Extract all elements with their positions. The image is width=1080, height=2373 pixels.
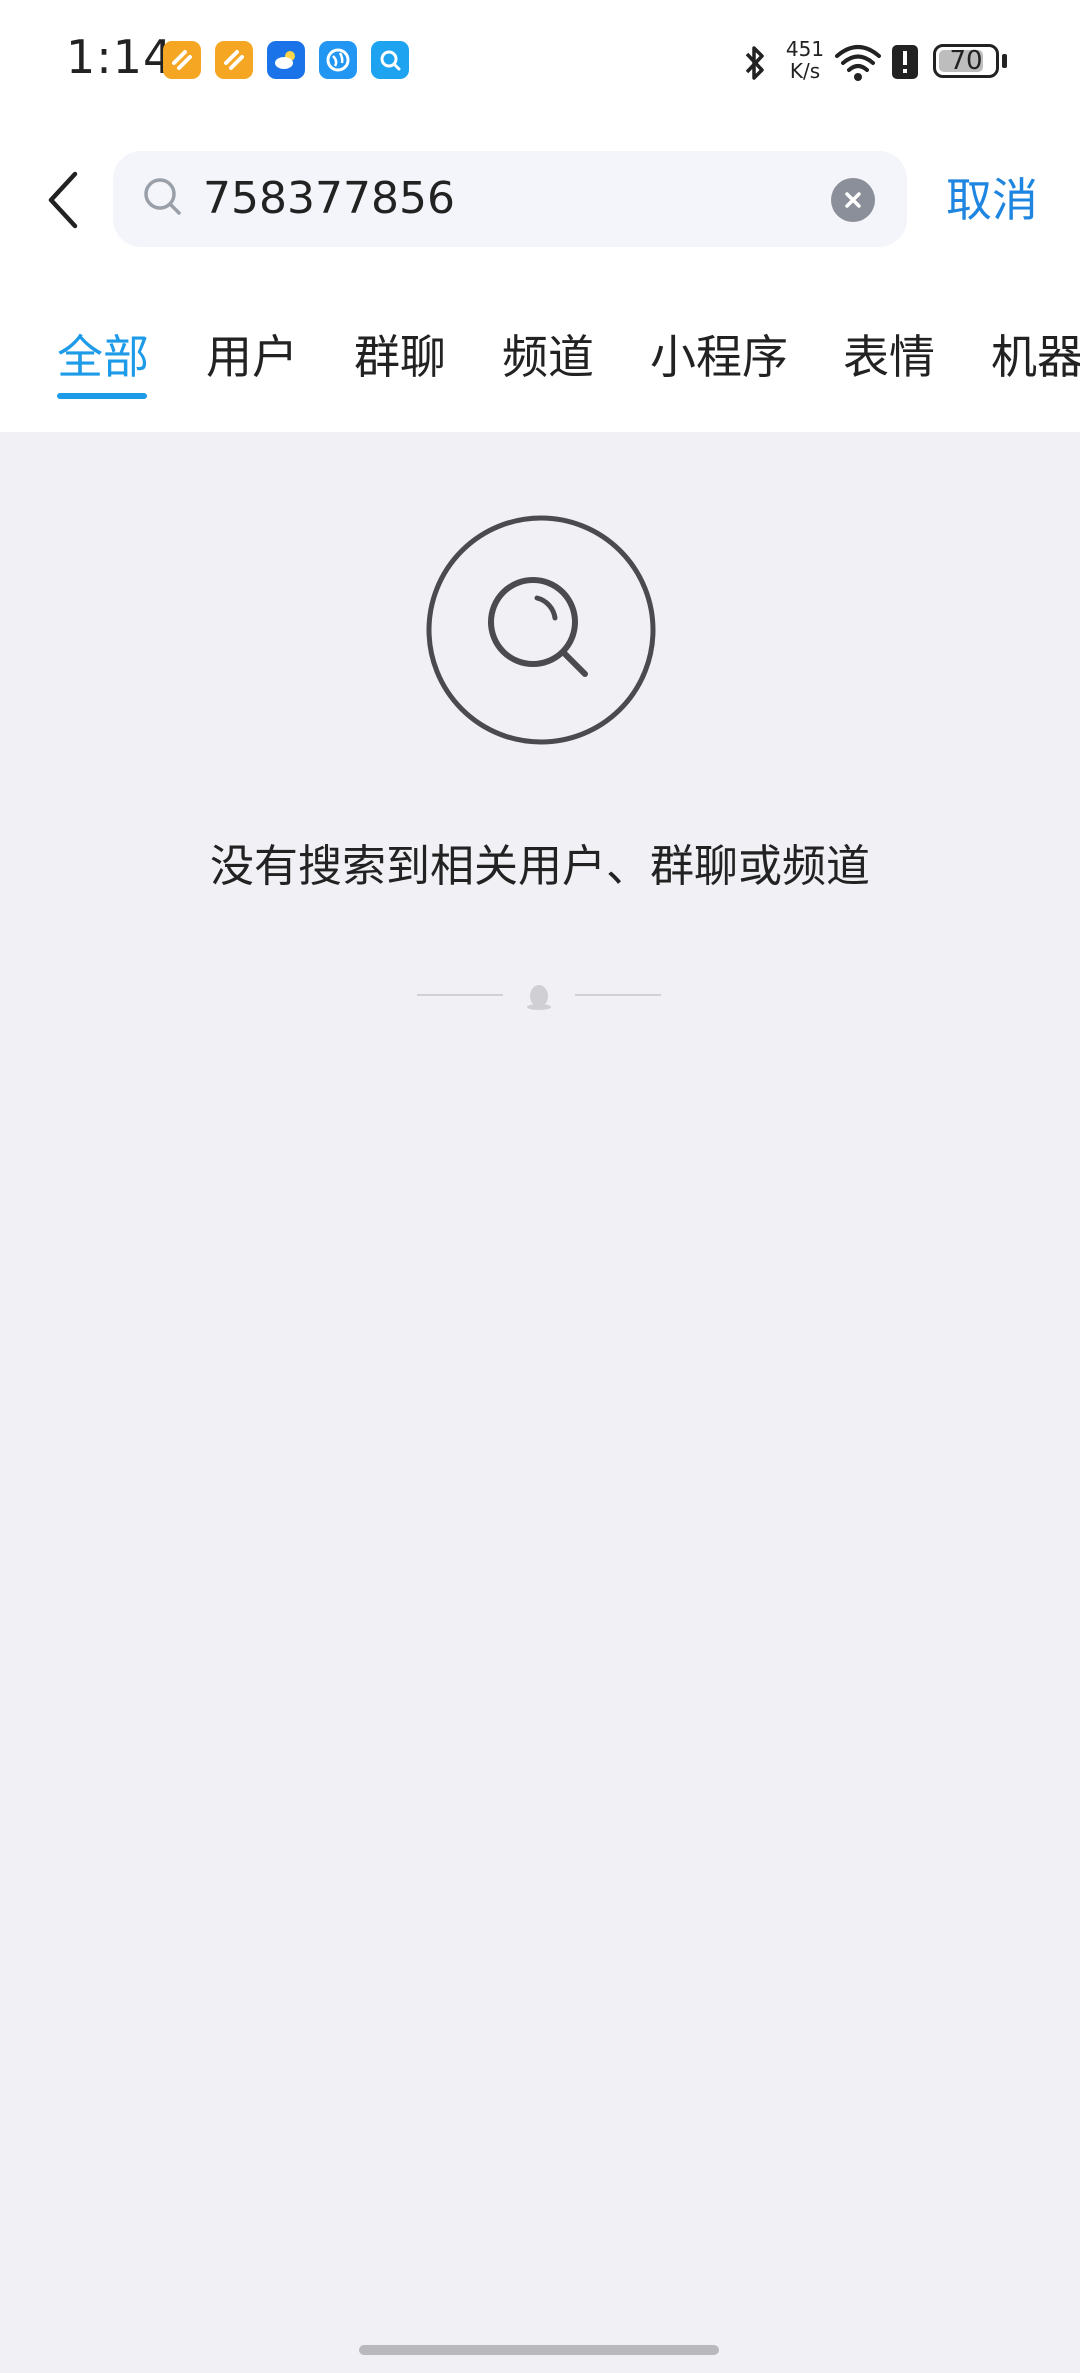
qq-penguin-divider-icon (417, 985, 661, 1010)
close-icon (845, 192, 861, 208)
back-button[interactable] (38, 165, 88, 235)
wifi-icon (835, 45, 881, 81)
weather-icon (267, 41, 305, 79)
search-header: 取消 (0, 125, 1080, 275)
battery-tip (1002, 54, 1007, 68)
cancel-button[interactable]: 取消 (946, 165, 1038, 235)
tab-stickers[interactable]: 表情 (843, 327, 935, 387)
search-box[interactable] (113, 151, 907, 247)
home-indicator[interactable] (359, 2345, 719, 2355)
network-speed: 451 K/s (780, 38, 830, 82)
clear-search-button[interactable] (831, 178, 875, 222)
tab-users[interactable]: 用户 (206, 327, 298, 387)
search-input[interactable] (203, 167, 723, 231)
battery-level: 70 (949, 46, 983, 76)
search-app-icon (371, 41, 409, 79)
empty-search-illustration-icon (426, 515, 656, 745)
alert-icon (892, 45, 918, 79)
app-notification-icon-1 (163, 41, 201, 79)
network-speed-unit: K/s (789, 59, 821, 83)
tab-bots[interactable]: 机器 (991, 327, 1080, 387)
tab-all[interactable]: 全部 (57, 327, 149, 387)
status-bar: 1:14 451 K/s 70 (0, 0, 1080, 125)
app-notification-icon-2 (215, 41, 253, 79)
battery-icon: 70 (933, 44, 999, 78)
bluetooth-icon (745, 46, 764, 80)
active-tab-indicator (57, 393, 147, 399)
empty-message: 没有搜索到相关用户、群聊或频道 (210, 841, 870, 892)
tab-channels[interactable]: 频道 (502, 327, 594, 387)
search-icon (144, 178, 181, 215)
chevron-left-icon (48, 171, 78, 229)
network-speed-value: 451 (785, 37, 825, 61)
status-time: 1:14 (66, 30, 174, 84)
browser-icon (319, 41, 357, 79)
search-category-tabs: 全部 用户 群聊 频道 小程序 表情 机器 (0, 275, 1080, 432)
tab-group-chats[interactable]: 群聊 (354, 327, 446, 387)
tab-mini-programs[interactable]: 小程序 (650, 327, 788, 387)
